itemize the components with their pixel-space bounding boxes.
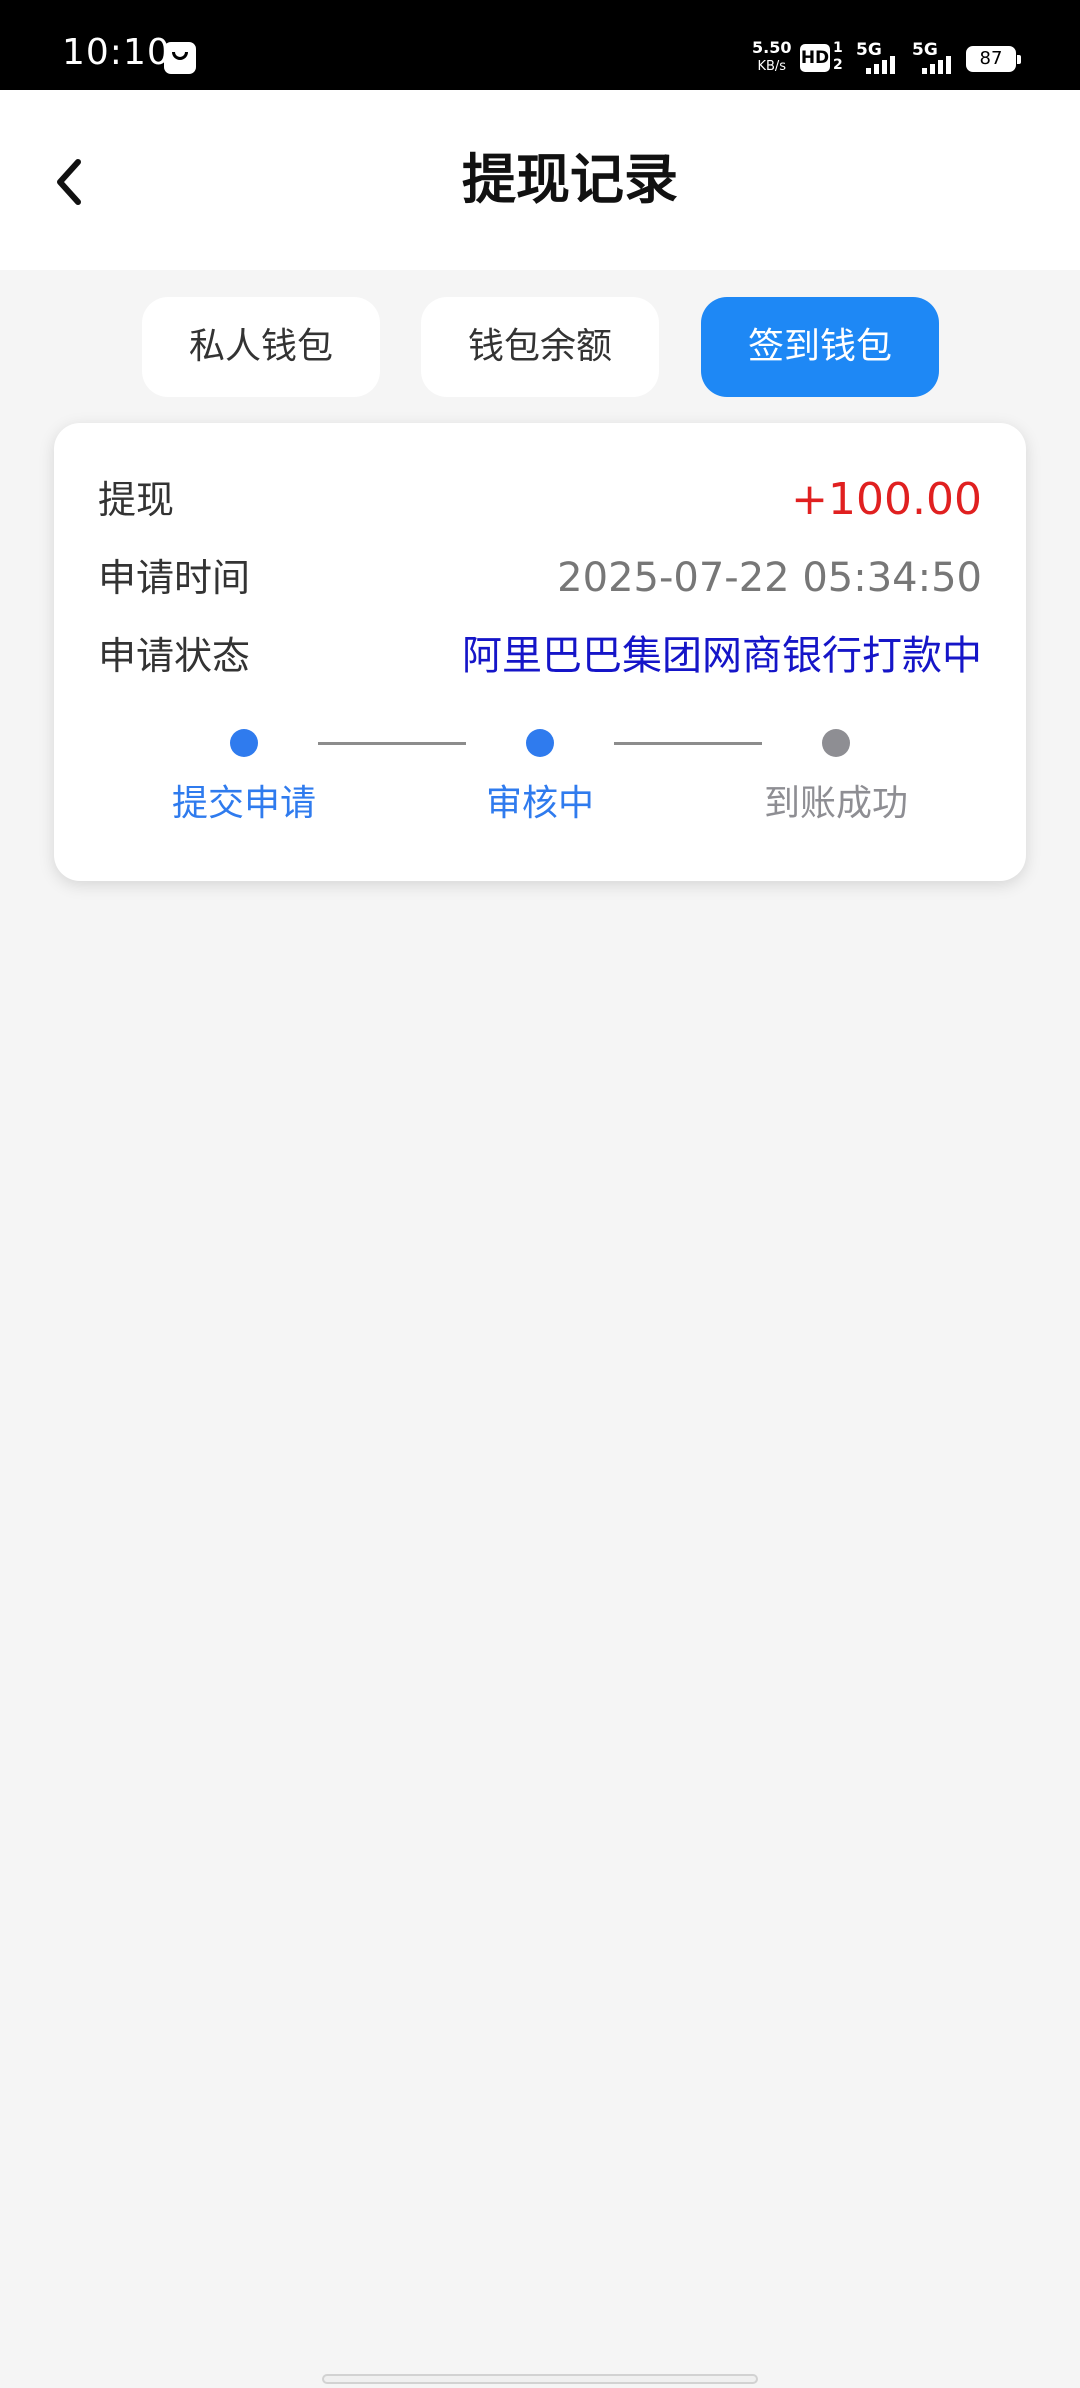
chevron-left-icon: [57, 159, 81, 205]
step-label-arrived: 到账成功: [763, 783, 908, 824]
record-row-time: 申请时间 2025-07-22 05:34:50: [98, 548, 982, 608]
network-speed-value: 5.50: [752, 38, 792, 57]
hd-sim-bottom: 2: [833, 57, 843, 73]
record-row-status: 申请状态 阿里巴巴集团网商银行打款中: [98, 626, 982, 686]
step-label-review: 审核中: [485, 783, 594, 824]
battery-icon: 87: [966, 46, 1021, 72]
step-connector-2: [614, 742, 762, 745]
wallet-tabs: 私人钱包 钱包余额 签到钱包: [0, 297, 1080, 397]
status-time: 10:10: [62, 32, 171, 73]
step-label-submit: 提交申请: [171, 783, 316, 824]
nav-header: 提现记录: [0, 90, 1080, 270]
page-title: 提现记录: [462, 148, 678, 211]
apply-status-label: 申请状态: [98, 634, 251, 678]
back-button[interactable]: [40, 152, 100, 212]
network-speed-unit: KB/s: [757, 59, 787, 74]
hd-voice-icon: HD: [800, 44, 830, 72]
tab-checkin-wallet[interactable]: 签到钱包: [701, 297, 939, 397]
home-indicator[interactable]: [322, 2374, 758, 2384]
step-dot-arrived: [822, 729, 850, 757]
step-connector-1: [318, 742, 466, 745]
apply-time-label: 申请时间: [98, 556, 251, 600]
notification-app-icon: [164, 42, 196, 74]
record-amount: +100.00: [791, 474, 982, 525]
apply-status-value: 阿里巴巴集团网商银行打款中: [462, 633, 982, 679]
network-speed: 5.50 KB/s: [752, 38, 791, 76]
record-type-label: 提现: [98, 478, 175, 522]
tab-wallet-balance[interactable]: 钱包余额: [421, 297, 659, 397]
hd-sim-index: 1 2: [833, 40, 843, 74]
withdrawal-record-card[interactable]: 提现 +100.00 申请时间 2025-07-22 05:34:50 申请状态…: [54, 423, 1026, 881]
step-dot-submit: [230, 729, 258, 757]
record-row-amount: 提现 +100.00: [98, 470, 982, 530]
hd-sim-top: 1: [833, 40, 843, 56]
tab-private-wallet[interactable]: 私人钱包: [142, 297, 380, 397]
status-bar: 10:10 5.50 KB/s HD 1 2 5G 5G 87: [0, 0, 1080, 90]
apply-time-value: 2025-07-22 05:34:50: [557, 555, 982, 601]
step-dot-review: [526, 729, 554, 757]
